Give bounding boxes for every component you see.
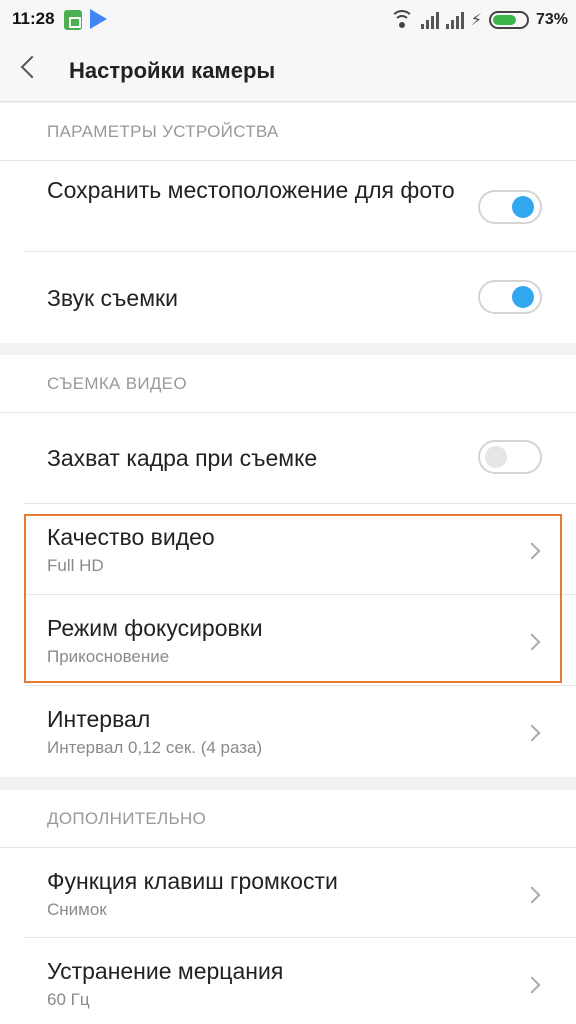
setting-value: Full HD (47, 556, 104, 575)
setting-interval[interactable]: Интервал Интервал 0,12 сек. (4 раза) (24, 686, 576, 777)
status-time: 11:28 (12, 9, 55, 28)
status-icons: ⚡ 73% (389, 8, 568, 32)
setting-label: Функция клавиш громкости (47, 868, 338, 894)
section-additional: ДОПОЛНИТЕЛЬНО Функция клавиш громкости С… (0, 790, 576, 1024)
section-device-params: ПАРАМЕТРЫ УСТРОЙСТВА Сохранить местополо… (0, 103, 576, 343)
shutter-sound-toggle[interactable] (478, 280, 542, 314)
signal-icon (445, 11, 464, 29)
setting-video-quality[interactable]: Качество видео Full HD (24, 504, 576, 595)
section-video: СЪЕМКА ВИДЕО Захват кадра при съемке Кач… (0, 355, 576, 777)
setting-value: Интервал 0,12 сек. (4 раза) (47, 738, 263, 757)
chevron-left-icon[interactable] (20, 55, 44, 79)
save-location-toggle[interactable] (478, 190, 542, 224)
setting-label: Качество видео (47, 524, 215, 550)
setting-volume-keys[interactable]: Функция клавиш громкости Снимок (24, 848, 576, 938)
setting-value: Прикосновение (47, 647, 170, 666)
battery-icon (488, 11, 529, 29)
wifi-icon (389, 10, 414, 30)
signal-icon (420, 11, 439, 29)
setting-label: Интервал (47, 706, 151, 732)
setting-shutter-sound[interactable]: Звук съемки (24, 252, 576, 343)
setting-focus-mode[interactable]: Режим фокусировки Прикосновение (24, 595, 576, 686)
toggle-knob (512, 286, 534, 308)
setting-label: Режим фокусировки (47, 615, 263, 641)
title-bar: Настройки камеры (0, 40, 576, 102)
setting-frame-capture[interactable]: Захват кадра при съемке (24, 413, 576, 504)
setting-anti-flicker[interactable]: Устранение мерцания 60 Гц (24, 938, 576, 1024)
frame-capture-toggle[interactable] (478, 440, 542, 474)
charging-icon: ⚡ (470, 12, 482, 29)
section-header: ДОПОЛНИТЕЛЬНО (0, 790, 576, 848)
setting-value: Снимок (47, 900, 107, 919)
battery-percent: 73% (535, 11, 568, 28)
battery-app-icon (64, 10, 82, 30)
page-title: Настройки камеры (69, 58, 276, 83)
setting-label: Сохранить местоположение для фото (47, 177, 455, 203)
status-bar: 11:28 ⚡ 73% (0, 0, 576, 40)
setting-save-location[interactable]: Сохранить местоположение для фото (24, 161, 576, 252)
setting-value: 60 Гц (47, 990, 90, 1009)
setting-label: Устранение мерцания (47, 958, 284, 984)
toggle-knob (485, 446, 507, 468)
play-store-icon (90, 9, 107, 29)
toggle-knob (512, 196, 534, 218)
section-header: СЪЕМКА ВИДЕО (0, 355, 576, 413)
section-header: ПАРАМЕТРЫ УСТРОЙСТВА (0, 103, 576, 161)
